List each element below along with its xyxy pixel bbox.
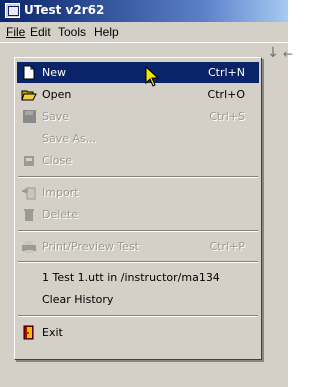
menu-item-close[interactable]: Close: [17, 150, 259, 171]
menu-separator: [18, 230, 258, 232]
menu-item-label: Import: [42, 186, 79, 199]
exit-door-icon: [21, 325, 37, 340]
menu-separator: [18, 176, 258, 178]
menu-item-shortcut: Ctrl+S: [209, 110, 245, 123]
mouse-pointer-icon: [145, 65, 161, 88]
menu-item-label: Save As...: [42, 132, 97, 145]
menu-item-label: Delete: [42, 208, 79, 221]
menu-item-exit[interactable]: Exit: [17, 322, 259, 343]
menu-item-label: Exit: [42, 326, 63, 339]
printer-icon: [21, 239, 37, 254]
open-folder-icon: [21, 87, 37, 102]
menu-item-import[interactable]: Import: [17, 182, 259, 203]
toolbar-overflow-icon[interactable]: ←: [283, 47, 293, 63]
menu-item-label: Close: [42, 154, 72, 167]
side-panel: [259, 66, 288, 387]
menu-item-label: Save: [42, 110, 70, 123]
title-bar[interactable]: UTest v2r62: [0, 0, 288, 22]
menu-item-open[interactable]: Open Ctrl+O: [17, 84, 259, 105]
menu-item-label: Clear History: [42, 293, 114, 306]
menu-help[interactable]: Help: [94, 25, 119, 39]
menu-tools-label: Tools: [58, 25, 87, 39]
menu-file-label: File: [6, 25, 26, 39]
menu-help-label: Help: [94, 25, 119, 39]
app-icon: [5, 3, 20, 18]
menu-item-label: Open: [42, 88, 72, 101]
import-icon: [21, 185, 37, 200]
menu-tools[interactable]: Tools: [58, 25, 86, 39]
menu-item-new[interactable]: New Ctrl+N: [17, 62, 259, 83]
menu-edit-label: Edit: [30, 25, 51, 39]
window-title: UTest v2r62: [24, 3, 105, 17]
close-icon: [21, 153, 37, 168]
menu-separator: [18, 261, 258, 263]
app-window: UTest v2r62 File Edit Tools Help ↓ ← New…: [0, 0, 293, 387]
menu-bar: File Edit Tools Help: [0, 22, 288, 42]
menu-item-label: 1 Test 1.utt in /instructor/ma134: [42, 271, 220, 284]
menu-item-clear-history[interactable]: Clear History: [17, 289, 259, 310]
down-arrow-icon[interactable]: ↓: [265, 45, 281, 65]
delete-icon: [21, 207, 37, 222]
menu-item-shortcut: Ctrl+N: [207, 66, 245, 79]
menu-separator: [18, 315, 258, 317]
menu-item-delete[interactable]: Delete: [17, 204, 259, 225]
menu-item-print-preview[interactable]: Print/Preview Test Ctrl+P: [17, 236, 259, 257]
menu-item-label: New: [42, 66, 66, 79]
new-document-icon: [21, 65, 37, 80]
file-menu-dropdown: New Ctrl+N Open Ctrl+O Save Ctrl+S Save …: [14, 57, 262, 360]
menu-edit[interactable]: Edit: [30, 25, 51, 39]
menu-item-recent-file[interactable]: 1 Test 1.utt in /instructor/ma134: [17, 267, 259, 288]
menu-file[interactable]: File: [6, 25, 25, 39]
menu-item-label: Print/Preview Test: [42, 240, 139, 253]
menu-item-shortcut: Ctrl+O: [207, 88, 245, 101]
menu-item-save[interactable]: Save Ctrl+S: [17, 106, 259, 127]
save-icon: [21, 109, 37, 124]
menu-item-save-as[interactable]: Save As...: [17, 128, 259, 149]
menu-item-shortcut: Ctrl+P: [209, 240, 245, 253]
